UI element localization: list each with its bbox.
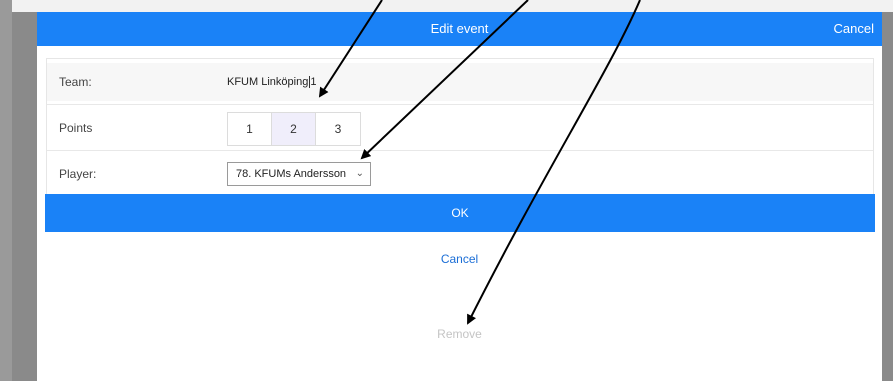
points-label: Points	[59, 121, 93, 135]
points-row: Points 1 2 3	[47, 105, 873, 151]
team-row: Team: KFUM Linköping 1	[47, 59, 873, 105]
player-label: Player:	[59, 167, 97, 181]
point-button-2[interactable]: 2	[272, 113, 316, 145]
team-field-background	[47, 63, 873, 101]
chevron-down-icon: ⌄	[355, 168, 364, 179]
remove-link[interactable]: Remove	[37, 327, 882, 341]
team-value: KFUM Linköping	[227, 76, 309, 88]
backdrop-top	[0, 0, 893, 12]
ok-button[interactable]: OK	[45, 194, 875, 232]
event-form: Team: KFUM Linköping 1 Points 1 2 3 Playe…	[46, 58, 874, 198]
team-label: Team:	[59, 75, 92, 89]
edit-event-modal: Edit event Cancel Team: KFUM Linköping 1 …	[37, 12, 882, 381]
points-segmented-control: 1 2 3	[227, 112, 361, 146]
team-input[interactable]: KFUM Linköping 1	[227, 59, 316, 105]
header-cancel-button[interactable]: Cancel	[834, 12, 874, 46]
player-select[interactable]: 78. KFUMs Andersson ⌄	[227, 162, 371, 186]
player-selected-value: 78. KFUMs Andersson	[236, 168, 347, 180]
point-button-3[interactable]: 3	[316, 113, 360, 145]
team-suffix: 1	[310, 76, 317, 88]
modal-header: Edit event Cancel	[37, 12, 882, 46]
player-row: Player: 78. KFUMs Andersson ⌄	[47, 151, 873, 197]
point-button-1[interactable]: 1	[228, 113, 272, 145]
cancel-link[interactable]: Cancel	[37, 252, 882, 266]
backdrop-left	[0, 0, 12, 381]
modal-title: Edit event	[430, 21, 489, 36]
